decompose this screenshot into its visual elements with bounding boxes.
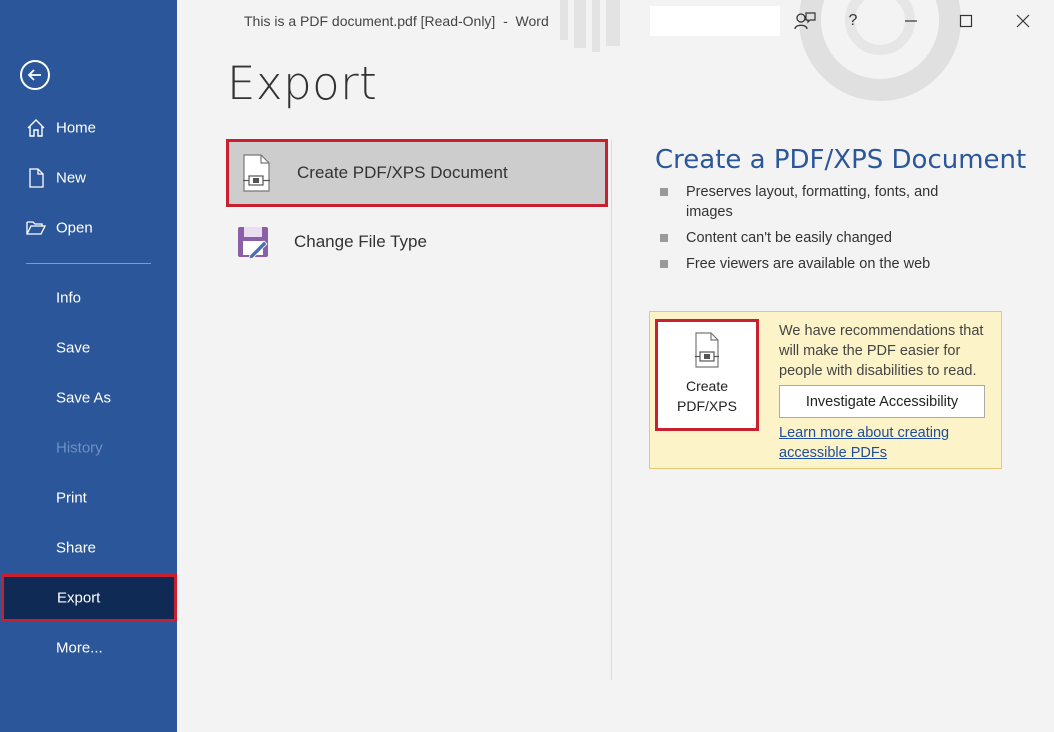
sidebar-item-label: Save As <box>56 389 112 407</box>
sidebar-divider <box>26 263 151 264</box>
sidebar-item-share[interactable]: Share <box>0 526 177 570</box>
sidebar-item-label: Home <box>56 119 97 137</box>
panel-divider <box>611 140 612 680</box>
sidebar-item-export[interactable]: Export <box>1 574 177 622</box>
restore-button[interactable] <box>952 8 980 34</box>
new-document-icon <box>26 168 46 188</box>
feature-item: Free viewers are available on the web <box>660 254 960 274</box>
detail-title: Create a PDF/XPS Document <box>655 145 1027 175</box>
learn-more-link[interactable]: Learn more about creating accessible PDF… <box>779 423 979 463</box>
help-button[interactable]: ? <box>839 8 867 34</box>
feature-item: Preserves layout, formatting, fonts, and… <box>660 182 960 222</box>
sidebar-item-history: History <box>0 426 177 470</box>
close-icon <box>1016 14 1030 28</box>
accessibility-recommendation: Create PDF/XPS We have recommendations t… <box>649 311 1002 469</box>
recommendation-text: We have recommendations that will make t… <box>779 323 984 379</box>
back-button[interactable] <box>20 60 50 90</box>
minimize-button[interactable] <box>897 8 925 34</box>
create-button-line2: PDF/XPS <box>677 398 737 414</box>
backstage-sidebar: Home New Open Info Save Save As History … <box>0 0 177 732</box>
sidebar-item-label: Share <box>56 539 97 557</box>
coauthor-button[interactable] <box>791 8 819 34</box>
sidebar-item-save-as[interactable]: Save As <box>0 376 177 420</box>
change-file-type-icon <box>238 227 268 260</box>
sidebar-item-more[interactable]: More... <box>0 626 177 670</box>
close-button[interactable] <box>1009 8 1037 34</box>
folder-open-icon <box>26 218 46 238</box>
sidebar-item-label: Info <box>56 289 82 307</box>
create-button-line1: Create <box>685 378 729 394</box>
sidebar-item-label: Save <box>56 339 91 357</box>
option-label: Create PDF/XPS Document <box>297 163 508 182</box>
change-file-type-option[interactable]: Change File Type <box>226 209 608 275</box>
sidebar-item-home[interactable]: Home <box>0 106 177 150</box>
home-icon <box>26 118 46 138</box>
sidebar-item-label: Open <box>56 219 93 237</box>
coauthor-icon <box>794 12 816 30</box>
feature-item: Content can't be easily changed <box>660 228 960 248</box>
sidebar-item-label: Export <box>57 589 101 607</box>
back-arrow-icon <box>27 69 41 81</box>
sidebar-item-label: New <box>56 169 87 187</box>
create-button-label: Create PDF/XPS <box>662 376 752 416</box>
investigate-accessibility-button[interactable]: Investigate Accessibility <box>779 385 985 418</box>
minimize-icon <box>905 20 917 22</box>
restore-icon <box>959 14 973 28</box>
sidebar-item-save[interactable]: Save <box>0 326 177 370</box>
sidebar-item-new[interactable]: New <box>0 156 177 200</box>
sidebar-item-label: History <box>56 439 103 457</box>
window-title: This is a PDF document.pdf [Read-Only] -… <box>244 13 549 29</box>
sidebar-item-print[interactable]: Print <box>0 476 177 520</box>
sidebar-item-label: Print <box>56 489 87 507</box>
pdf-document-icon <box>243 154 270 192</box>
sidebar-item-label: More... <box>56 639 103 657</box>
pdf-document-icon <box>695 332 719 368</box>
create-pdf-xps-button[interactable]: Create PDF/XPS <box>655 319 759 431</box>
account-area[interactable] <box>650 6 780 36</box>
page-title: Export <box>227 57 378 110</box>
option-label: Change File Type <box>294 232 427 251</box>
sidebar-item-open[interactable]: Open <box>0 206 177 250</box>
create-pdf-xps-option[interactable]: Create PDF/XPS Document <box>226 139 608 207</box>
feature-list: Preserves layout, formatting, fonts, and… <box>660 182 960 280</box>
sidebar-item-info[interactable]: Info <box>0 276 177 320</box>
title-bar: This is a PDF document.pdf [Read-Only] -… <box>177 0 1054 42</box>
